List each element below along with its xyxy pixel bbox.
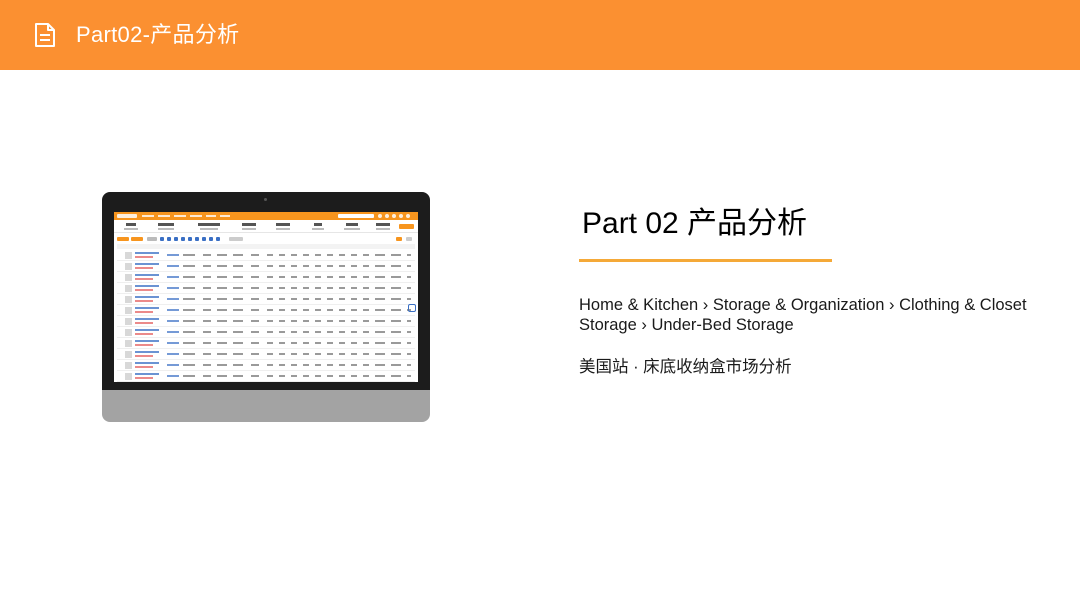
product-thumbnail <box>125 351 132 358</box>
screen-logo <box>117 214 137 218</box>
screen-table-row <box>117 338 415 349</box>
monitor-chin <box>102 390 430 422</box>
screen-floating-icon <box>408 304 416 312</box>
screen-table-row <box>117 360 415 371</box>
screen-nav-icon <box>385 214 389 218</box>
screen-nav-bar <box>114 212 418 220</box>
market-subtitle: 美国站 · 床底收纳盒市场分析 <box>579 358 792 376</box>
product-thumbnail <box>125 329 132 336</box>
product-thumbnail <box>125 296 132 303</box>
screen-table-row <box>117 316 415 327</box>
product-thumbnail <box>125 285 132 292</box>
camera-dot <box>264 198 267 201</box>
screen-table-row <box>117 305 415 316</box>
screen-table-row <box>117 250 415 261</box>
product-thumbnail <box>125 340 132 347</box>
screen-table-row <box>117 261 415 272</box>
screen-search-box <box>338 214 374 218</box>
screen-table-row <box>117 294 415 305</box>
product-thumbnail <box>125 362 132 369</box>
screen-filter-bar <box>114 236 418 242</box>
screen-table-row <box>117 283 415 294</box>
screen-action-button <box>399 224 414 229</box>
monitor-bezel <box>102 192 430 392</box>
title-divider <box>579 259 832 262</box>
part-title: Part 02 产品分析 <box>582 207 808 240</box>
screen-table-header <box>117 244 415 249</box>
product-thumbnail <box>125 318 132 325</box>
product-thumbnail <box>125 263 132 270</box>
screen-nav-icon <box>406 214 410 218</box>
category-path: Home & Kitchen › Storage & Organization … <box>579 296 1027 334</box>
screen-table-row <box>117 349 415 360</box>
product-thumbnail <box>125 307 132 314</box>
header-title: Part02-产品分析 <box>76 22 240 47</box>
header-bar: Part02-产品分析 <box>0 0 1080 70</box>
monitor-screen <box>114 212 418 382</box>
screen-stats-row <box>114 221 418 233</box>
screen-table-row <box>117 272 415 283</box>
product-thumbnail <box>125 252 132 259</box>
screen-nav-icon <box>392 214 396 218</box>
screen-table-row <box>117 327 415 338</box>
screen-nav-icon <box>378 214 382 218</box>
product-thumbnail <box>125 373 132 380</box>
product-thumbnail <box>125 274 132 281</box>
document-icon <box>35 23 55 47</box>
screen-nav-icon <box>399 214 403 218</box>
screen-table-row <box>117 371 415 382</box>
monitor-illustration <box>102 192 430 422</box>
